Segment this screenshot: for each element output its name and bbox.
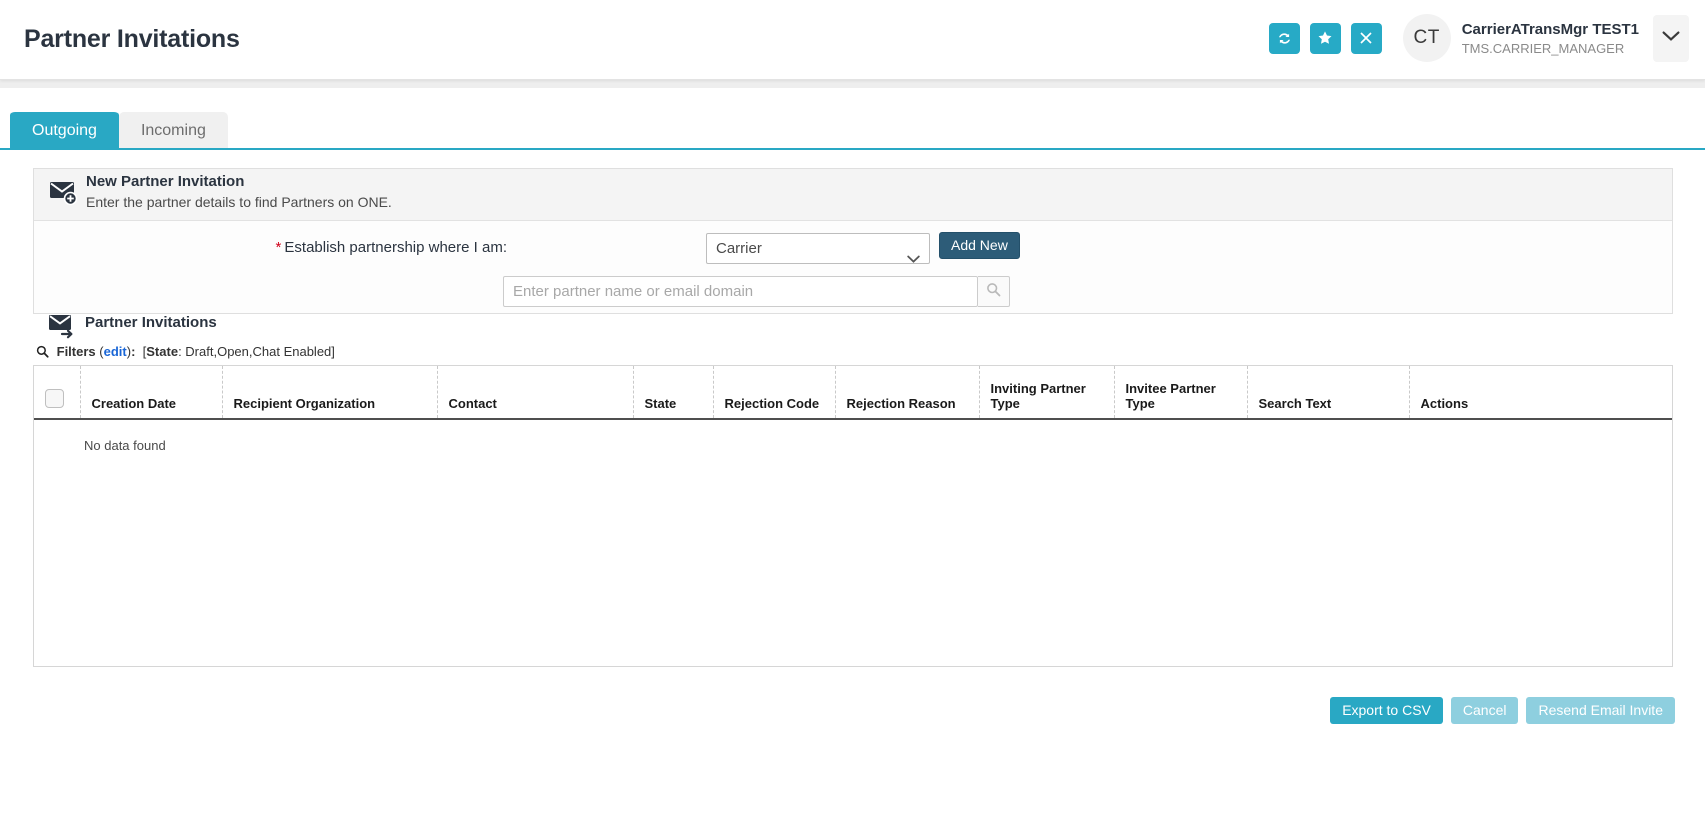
add-new-button[interactable]: Add New: [939, 232, 1020, 259]
column-header-state[interactable]: State: [633, 366, 714, 420]
column-header-actions[interactable]: Actions: [1409, 366, 1672, 420]
favorite-star-icon-button[interactable]: [1309, 22, 1341, 54]
column-header-search-text[interactable]: Search Text: [1247, 366, 1410, 420]
magnifier-icon: [986, 282, 1001, 302]
select-all-header: [34, 366, 81, 420]
column-header-invitee-partner-type[interactable]: Invitee Partner Type: [1114, 366, 1248, 420]
refresh-icon-button[interactable]: [1268, 22, 1300, 54]
user-info: CarrierATransMgr TEST1 TMS.CARRIER_MANAG…: [1462, 20, 1639, 57]
new-partner-invitation-panel: New Partner Invitation Enter the partner…: [33, 168, 1673, 314]
panel-title: New Partner Invitation: [86, 173, 245, 190]
partnership-role-label-text: Establish partnership where I am:: [284, 239, 507, 256]
envelope-arrow-icon: [48, 314, 78, 345]
filters-state-key: State: [146, 344, 179, 359]
filters-colon: :: [131, 344, 136, 359]
table-body: No data found: [34, 419, 1672, 453]
tab-bar: Outgoing Incoming: [10, 110, 228, 150]
refresh-icon: [1276, 30, 1293, 47]
cancel-button[interactable]: Cancel: [1450, 697, 1519, 724]
tab-underline: [0, 148, 1705, 150]
partnership-role-label: * Establish partnership where I am:: [276, 239, 507, 256]
tab-incoming[interactable]: Incoming: [118, 112, 228, 150]
close-x-icon-button[interactable]: [1350, 22, 1382, 54]
export-to-csv-button[interactable]: Export to CSV: [1330, 697, 1443, 724]
main-content: Outgoing Incoming New Partner Invitation…: [0, 88, 1705, 818]
grid-title: Partner Invitations: [85, 314, 217, 331]
envelope-plus-icon: [49, 180, 79, 211]
filters-bracket-close: ]: [331, 344, 335, 359]
column-header-rejection-code[interactable]: Rejection Code: [713, 366, 836, 420]
footer-actions: Export to CSV Cancel Resend Email Invite: [1330, 697, 1675, 724]
panel-body: * Establish partnership where I am: Carri…: [34, 221, 1672, 313]
chevron-down-icon: [907, 245, 920, 274]
user-menu-button[interactable]: [1653, 14, 1689, 62]
magnifier-icon: [36, 345, 53, 361]
table-empty-row: No data found: [34, 419, 1672, 453]
column-header-inviting-partner-type[interactable]: Inviting Partner Type: [979, 366, 1115, 420]
chevron-down-icon: [1662, 29, 1680, 47]
resend-email-invite-button[interactable]: Resend Email Invite: [1526, 697, 1675, 724]
panel-subtitle: Enter the partner details to find Partne…: [86, 194, 392, 210]
avatar: CT: [1402, 14, 1451, 62]
column-header-recipient-organization[interactable]: Recipient Organization: [222, 366, 438, 420]
user-role: TMS.CARRIER_MANAGER: [1461, 40, 1625, 56]
filters-paren-open: (: [95, 344, 104, 359]
partner-invitations-table: Creation Date Recipient Organization Con…: [34, 366, 1672, 453]
partner-search-field[interactable]: [503, 276, 978, 307]
user-name: CarrierATransMgr TEST1: [1461, 20, 1639, 38]
header-actions: CT CarrierATransMgr TEST1 TMS.CARRIER_MA…: [1268, 14, 1689, 62]
partnership-role-select-value: Carrier: [716, 240, 762, 257]
filters-state-value: Draft,Open,Chat Enabled: [185, 344, 332, 359]
panel-header: New Partner Invitation Enter the partner…: [34, 169, 1672, 221]
no-data-message: No data found: [84, 438, 166, 453]
partnership-role-select[interactable]: Carrier: [706, 233, 930, 264]
tab-outgoing[interactable]: Outgoing: [10, 110, 119, 150]
favorite-star-icon: [1317, 30, 1333, 46]
column-header-rejection-reason[interactable]: Rejection Reason: [835, 366, 980, 420]
partner-search-button[interactable]: [978, 276, 1010, 307]
column-header-contact[interactable]: Contact: [437, 366, 634, 420]
app-header: Partner Invitations CT CarrierATransMgr …: [0, 0, 1705, 80]
required-marker: *: [275, 239, 282, 256]
partner-invitations-grid-section: Partner Invitations Filters (edit): [Sta…: [33, 310, 1673, 667]
page-title: Partner Invitations: [24, 25, 240, 53]
filters-row: Filters (edit): [State: Draft,Open,Chat …: [36, 344, 335, 361]
column-header-creation-date[interactable]: Creation Date: [80, 366, 223, 420]
table-header-row: Creation Date Recipient Organization Con…: [34, 366, 1672, 420]
close-x-icon: [1359, 31, 1373, 45]
grid-container: Creation Date Recipient Organization Con…: [33, 365, 1673, 667]
filters-edit-link[interactable]: edit: [104, 344, 127, 359]
select-all-checkbox[interactable]: [45, 389, 64, 408]
filters-label: Filters: [56, 344, 96, 359]
partner-search-input[interactable]: [504, 277, 977, 306]
